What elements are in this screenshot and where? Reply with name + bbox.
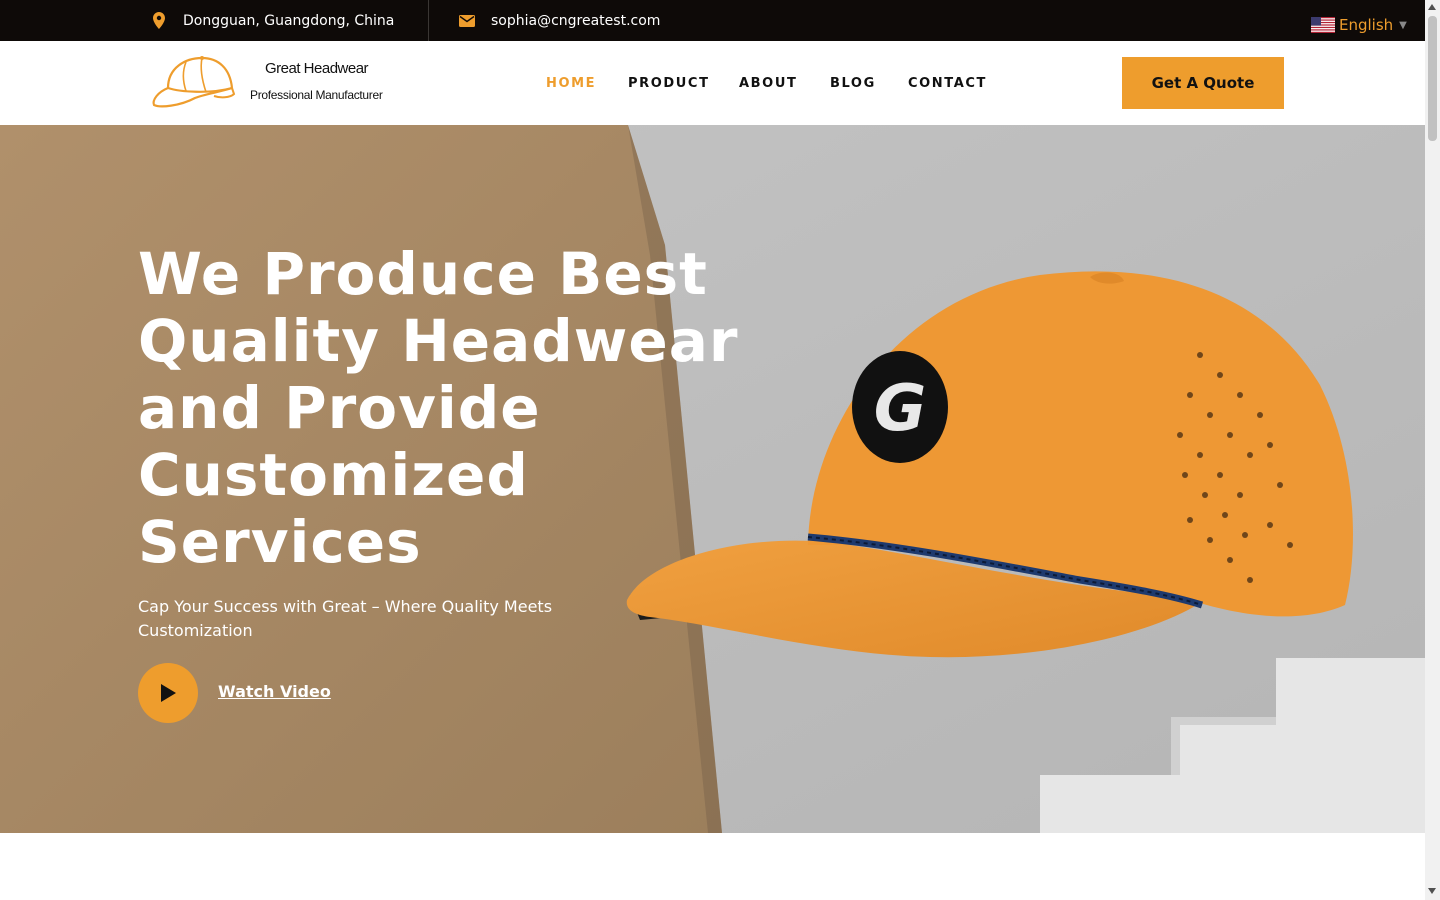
nav-product[interactable]: PRODUCT	[628, 76, 710, 91]
logo[interactable]: Great Headwear Professional Manufacturer	[150, 54, 390, 114]
headline-highlight-text: Headwear	[401, 307, 739, 375]
hero-section: G We Produce Best Quality Headwear and P…	[0, 125, 1425, 833]
chevron-down-icon: ▼	[1399, 19, 1407, 31]
headline-line-3: and Provide	[138, 374, 541, 442]
email-link[interactable]: sophia@cngreatest.com	[491, 13, 660, 29]
cap-logo-letter: G	[873, 372, 927, 446]
scroll-up-icon[interactable]	[1428, 4, 1436, 10]
cap-logo-icon	[152, 56, 236, 108]
page-scrollbar[interactable]	[1425, 0, 1440, 900]
main-header: Great Headwear Professional Manufacturer…	[0, 41, 1425, 125]
hero-subtitle: Cap Your Success with Great – Where Qual…	[138, 597, 553, 640]
nav-contact[interactable]: CONTACT	[908, 76, 987, 91]
play-icon	[161, 684, 176, 702]
headline-highlight: Headwear	[401, 307, 739, 375]
logo-brand: Great Headwear	[265, 60, 369, 77]
nav-home[interactable]: HOME	[546, 76, 596, 91]
us-flag-icon	[1311, 17, 1335, 33]
hero-headline: We Produce Best Quality Headwear and Pro…	[138, 241, 758, 576]
watch-video-link[interactable]: Watch Video	[218, 682, 331, 701]
get-a-quote-button[interactable]: Get A Quote	[1122, 57, 1284, 109]
envelope-icon	[458, 14, 476, 27]
headline-line-2-pre: Quality	[138, 307, 402, 375]
nav-about[interactable]: ABOUT	[739, 76, 797, 91]
language-selector[interactable]: English ▼	[1311, 16, 1407, 34]
email-info[interactable]: sophia@cngreatest.com	[458, 0, 660, 41]
headline-line-1: We Produce Best	[138, 240, 708, 308]
scrollbar-thumb[interactable]	[1428, 16, 1437, 141]
headline-line-4: Customized	[138, 441, 529, 509]
play-video-button[interactable]	[138, 663, 198, 723]
map-pin-icon	[150, 12, 168, 29]
headline-line-5: Services	[138, 508, 422, 576]
logo-tagline: Professional Manufacturer	[250, 88, 383, 102]
topbar-divider	[428, 0, 429, 41]
top-bar: Dongguan, Guangdong, China sophia@cngrea…	[0, 0, 1425, 41]
location-text: Dongguan, Guangdong, China	[183, 12, 395, 29]
scroll-down-icon[interactable]	[1428, 888, 1436, 894]
nav-blog[interactable]: BLOG	[830, 76, 876, 91]
location-info: Dongguan, Guangdong, China	[150, 0, 394, 41]
language-label: English	[1339, 16, 1394, 34]
